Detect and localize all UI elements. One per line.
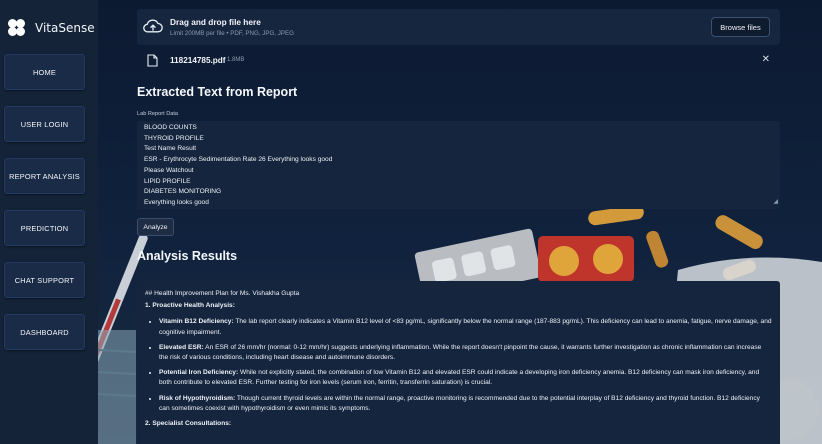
- list-item: Vitamin B12 Deficiency: The lab report c…: [159, 317, 772, 337]
- main-content: Drag and drop file here Limit 200MB per …: [98, 0, 822, 444]
- finding-term: Vitamin B12 Deficiency:: [159, 318, 234, 326]
- finding-term: Risk of Hypothyroidism:: [159, 394, 236, 402]
- finding-text: Though current thyroid levels are within…: [159, 394, 760, 412]
- list-item: Risk of Hypothyroidism: Though current t…: [159, 394, 772, 414]
- section-heading: 1. Proactive Health Analysis:: [145, 302, 235, 310]
- nav-prediction-button[interactable]: PREDICTION: [4, 210, 85, 246]
- report-line: Everything looks good: [144, 198, 209, 206]
- sidebar: VitaSense HOME USER LOGIN REPORT ANALYSI…: [0, 0, 99, 444]
- extracted-text-heading: Extracted Text from Report: [137, 85, 298, 99]
- resize-handle-icon[interactable]: ◢: [773, 197, 778, 208]
- lab-report-textarea[interactable]: BLOOD COUNTS THYROID PROFILE Test Name R…: [137, 121, 780, 209]
- analyze-button[interactable]: Analyze: [137, 218, 174, 236]
- report-line: Please Watchout: [144, 166, 194, 174]
- nav-report-analysis-button[interactable]: REPORT ANALYSIS: [4, 158, 85, 194]
- brand[interactable]: VitaSense: [8, 19, 95, 37]
- finding-term: Potential Iron Deficiency:: [159, 369, 239, 377]
- uploaded-file-row: 118214785.pdf 1.8MB ✕: [137, 52, 780, 70]
- file-size: 1.8MB: [227, 57, 245, 63]
- vitasense-logo-icon: [8, 19, 30, 37]
- report-line: THYROID PROFILE: [144, 134, 204, 142]
- report-line: ESR - Erythrocyte Sedimentation Rate 26 …: [144, 156, 333, 164]
- report-line: DIABETES MONITORING: [144, 188, 222, 196]
- file-name: 118214785.pdf: [170, 56, 226, 65]
- list-item: Elevated ESR: An ESR of 26 mm/hr (normal…: [159, 343, 772, 363]
- finding-text: An ESR of 26 mm/hr (normal: 0-12 mm/hr) …: [159, 343, 762, 362]
- nav-home-button[interactable]: HOME: [4, 54, 85, 90]
- dropzone-limits: Limit 200MB per file • PDF, PNG, JPG, JP…: [170, 30, 294, 37]
- browse-files-button[interactable]: Browse files: [711, 17, 770, 37]
- file-dropzone[interactable]: Drag and drop file here Limit 200MB per …: [137, 9, 780, 45]
- report-line: Test Name Result: [144, 145, 197, 153]
- analysis-results-panel: ## Health Improvement Plan for Ms. Visha…: [137, 281, 780, 444]
- finding-text: While not explicitly stated, the combina…: [159, 369, 760, 387]
- finding-text: The lab report clearly indicates a Vitam…: [159, 318, 772, 336]
- report-line: LIPID PROFILE: [144, 177, 191, 185]
- findings-list: Vitamin B12 Deficiency: The lab report c…: [145, 317, 772, 414]
- section-heading: 2. Specialist Consultations:: [145, 420, 232, 428]
- nav-dashboard-button[interactable]: DASHBOARD: [4, 314, 85, 350]
- lab-report-label: Lab Report Data: [137, 111, 179, 117]
- plan-title: ## Health Improvement Plan for Ms. Visha…: [145, 290, 300, 297]
- nav-user-login-button[interactable]: USER LOGIN: [4, 106, 85, 142]
- nav-chat-support-button[interactable]: CHAT SUPPORT: [4, 262, 85, 298]
- cloud-upload-icon: [143, 19, 163, 33]
- finding-term: Elevated ESR:: [159, 343, 204, 351]
- report-line: BLOOD COUNTS: [144, 124, 197, 131]
- list-item: Potential Iron Deficiency: While not exp…: [159, 368, 772, 388]
- app-name: VitaSense: [35, 21, 95, 35]
- remove-file-close-icon[interactable]: ✕: [762, 54, 770, 65]
- file-icon: [147, 54, 158, 67]
- dropzone-title: Drag and drop file here: [170, 17, 261, 27]
- analysis-results-heading: Analysis Results: [137, 249, 238, 263]
